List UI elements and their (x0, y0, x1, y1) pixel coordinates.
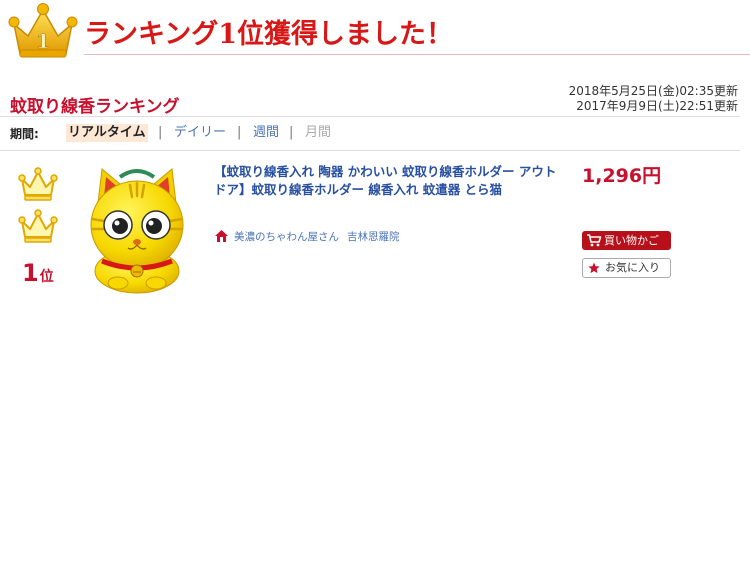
cart-button-label: 買い物かご (604, 234, 659, 247)
banner-divider (84, 54, 750, 55)
shop-extra-link[interactable]: 吉林恩羅院 (347, 229, 400, 244)
rank-position: 1位 (22, 259, 54, 287)
tab-monthly: 月間 (305, 125, 332, 140)
crown-digit: 1 (36, 29, 50, 53)
product-image[interactable] (78, 163, 196, 295)
home-icon (215, 230, 228, 242)
crown-icon (18, 209, 58, 243)
product-price: 1,296円 (582, 165, 662, 187)
updated-timestamp: 2017年9月9日(土)22:51更新 (576, 99, 738, 113)
tab-separator: | (158, 125, 163, 140)
ranking-banner: 1 ランキング1位獲得しました！ (0, 0, 750, 62)
banner-title: ランキング1位獲得しました！ (84, 19, 453, 50)
ranking-header: 蚊取り線香ランキング 2018年5月25日(金)02:35更新 2017年9月9… (0, 80, 750, 117)
add-to-cart-button[interactable]: 買い物かご (582, 231, 671, 250)
shop-name-link[interactable]: 美濃のちゃわん屋さん (234, 229, 339, 244)
tab-separator: | (237, 125, 242, 140)
ranking-item: 1位 【蚊取り線香入れ 陶器 かわいい 蚊取り線香ホルダー アウトドア】蚊取り線… (0, 151, 750, 301)
rank-unit: 位 (39, 269, 54, 285)
star-icon (588, 262, 600, 274)
ranking-title[interactable]: 蚊取り線香ランキング (10, 92, 180, 117)
add-to-favorites-button[interactable]: お気に入り (582, 258, 671, 278)
crown-icon (18, 167, 58, 201)
period-label: 期間: (10, 127, 39, 141)
gold-crown-icon: 1 (8, 3, 78, 58)
product-title-link[interactable]: 【蚊取り線香入れ 陶器 かわいい 蚊取り線香ホルダー アウトドア】蚊取り線香ホル… (214, 163, 559, 199)
cart-icon (587, 234, 602, 247)
favorites-button-label: お気に入り (605, 261, 660, 274)
tab-separator: | (289, 125, 294, 140)
tab-realtime[interactable]: リアルタイム (66, 124, 148, 142)
tab-weekly[interactable]: 週間 (251, 124, 281, 142)
header-divider (0, 116, 740, 117)
rank-number: 1 (22, 259, 39, 287)
tab-daily[interactable]: デイリー (172, 124, 228, 142)
